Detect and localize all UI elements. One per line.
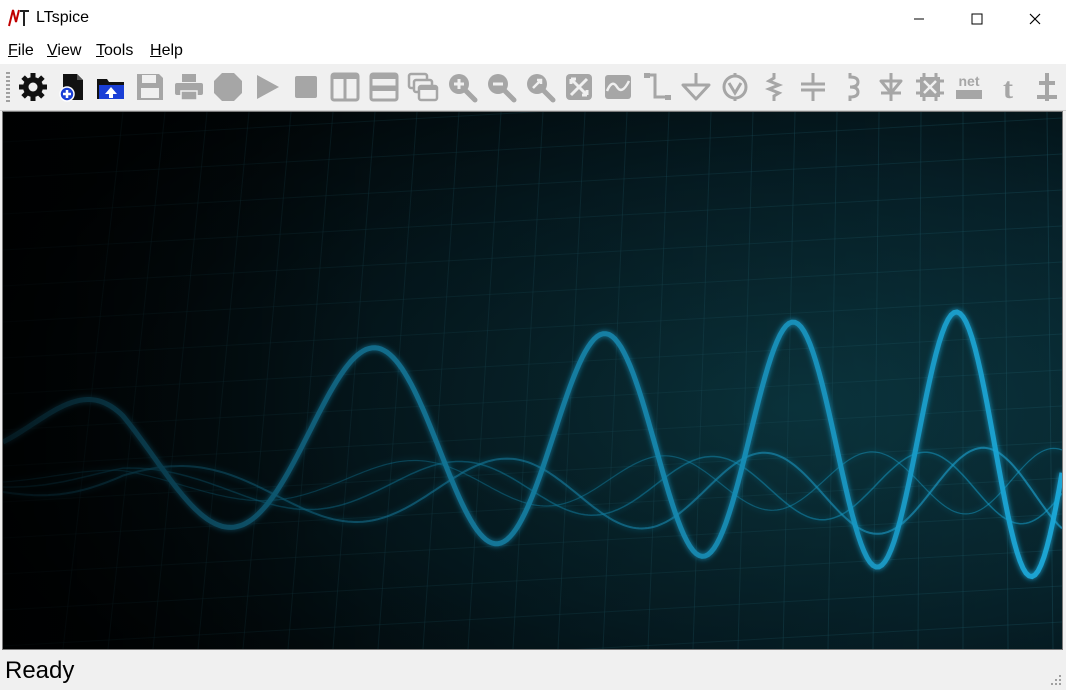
close-icon [1029, 13, 1041, 25]
zoom-full-icon [566, 74, 592, 100]
splash-waveform-graphic [3, 112, 1062, 649]
open-button[interactable] [94, 70, 128, 104]
zoom-fit-icon [527, 74, 556, 103]
menu-bar: File View Tools Help [0, 38, 1066, 64]
menu-file[interactable]: File [6, 41, 36, 61]
zoom-out-button[interactable] [484, 70, 518, 104]
window-title: LTspice [36, 9, 90, 26]
halt-button[interactable] [211, 70, 245, 104]
tile-horizontal-button[interactable] [367, 70, 401, 104]
close-button[interactable] [1006, 0, 1064, 38]
spice-directive-text: net [959, 73, 980, 89]
text-button[interactable]: t [991, 70, 1025, 104]
diode-icon [879, 73, 903, 101]
spice-directive-icon: net [956, 73, 982, 99]
inductor-button[interactable] [835, 70, 869, 104]
diode-button[interactable] [874, 70, 908, 104]
ground-button[interactable] [679, 70, 713, 104]
component-button[interactable] [913, 70, 947, 104]
status-bar: Ready [0, 651, 1066, 690]
zoom-in-button[interactable] [445, 70, 479, 104]
save-button[interactable] [133, 70, 167, 104]
settings-button[interactable] [16, 70, 50, 104]
wire-icon [644, 73, 671, 100]
move-icon [1037, 73, 1057, 101]
stop-icon [295, 76, 317, 98]
zoom-fit-button[interactable] [523, 70, 557, 104]
resize-grip-icon[interactable] [1048, 672, 1062, 686]
new-schematic-button[interactable] [55, 70, 89, 104]
toolbar: net t [0, 64, 1066, 111]
minimize-button[interactable] [890, 0, 948, 38]
menu-tools[interactable]: Tools [94, 41, 135, 61]
minimize-icon [914, 18, 924, 20]
label-net-button[interactable] [718, 70, 752, 104]
ground-icon [681, 73, 711, 101]
inductor-icon [848, 73, 860, 101]
open-folder-icon [97, 79, 124, 99]
print-icon [175, 74, 203, 101]
stop-button[interactable] [289, 70, 323, 104]
waveform-icon [605, 75, 631, 99]
move-button[interactable] [1030, 70, 1064, 104]
stop-sign-icon [214, 73, 242, 101]
splash-canvas [2, 111, 1063, 650]
run-icon [257, 75, 279, 99]
draw-wire-button[interactable] [640, 70, 674, 104]
autorange-button[interactable] [601, 70, 635, 104]
net-label-icon [722, 73, 748, 101]
text-tool-glyph: t [1003, 72, 1013, 103]
cascade-icon [407, 72, 439, 102]
zoom-in-icon [449, 74, 478, 103]
maximize-button[interactable] [948, 0, 1006, 38]
zoom-full-button[interactable] [562, 70, 596, 104]
title-bar: LTspice [0, 0, 1066, 38]
resistor-icon [764, 73, 784, 101]
capacitor-icon [801, 73, 825, 101]
run-button[interactable] [250, 70, 284, 104]
spice-directive-button[interactable]: net [952, 70, 986, 104]
toolbar-grip[interactable] [6, 72, 10, 102]
tile-vertical-button[interactable] [328, 70, 362, 104]
cascade-button[interactable] [406, 70, 440, 104]
maximize-icon [971, 13, 983, 25]
status-text: Ready [5, 657, 75, 684]
ltspice-logo-icon [8, 9, 29, 27]
resistor-button[interactable] [757, 70, 791, 104]
save-icon [137, 74, 163, 100]
print-button[interactable] [172, 70, 206, 104]
component-icon [916, 73, 944, 101]
new-schematic-icon [59, 74, 83, 102]
text-icon: t [1003, 72, 1013, 103]
gear-icon [19, 73, 47, 101]
menu-view[interactable]: View [45, 41, 83, 61]
zoom-out-icon [488, 74, 517, 103]
tile-vertical-icon [330, 72, 360, 102]
tile-horizontal-icon [369, 72, 399, 102]
capacitor-button[interactable] [796, 70, 830, 104]
menu-help[interactable]: Help [148, 41, 185, 61]
